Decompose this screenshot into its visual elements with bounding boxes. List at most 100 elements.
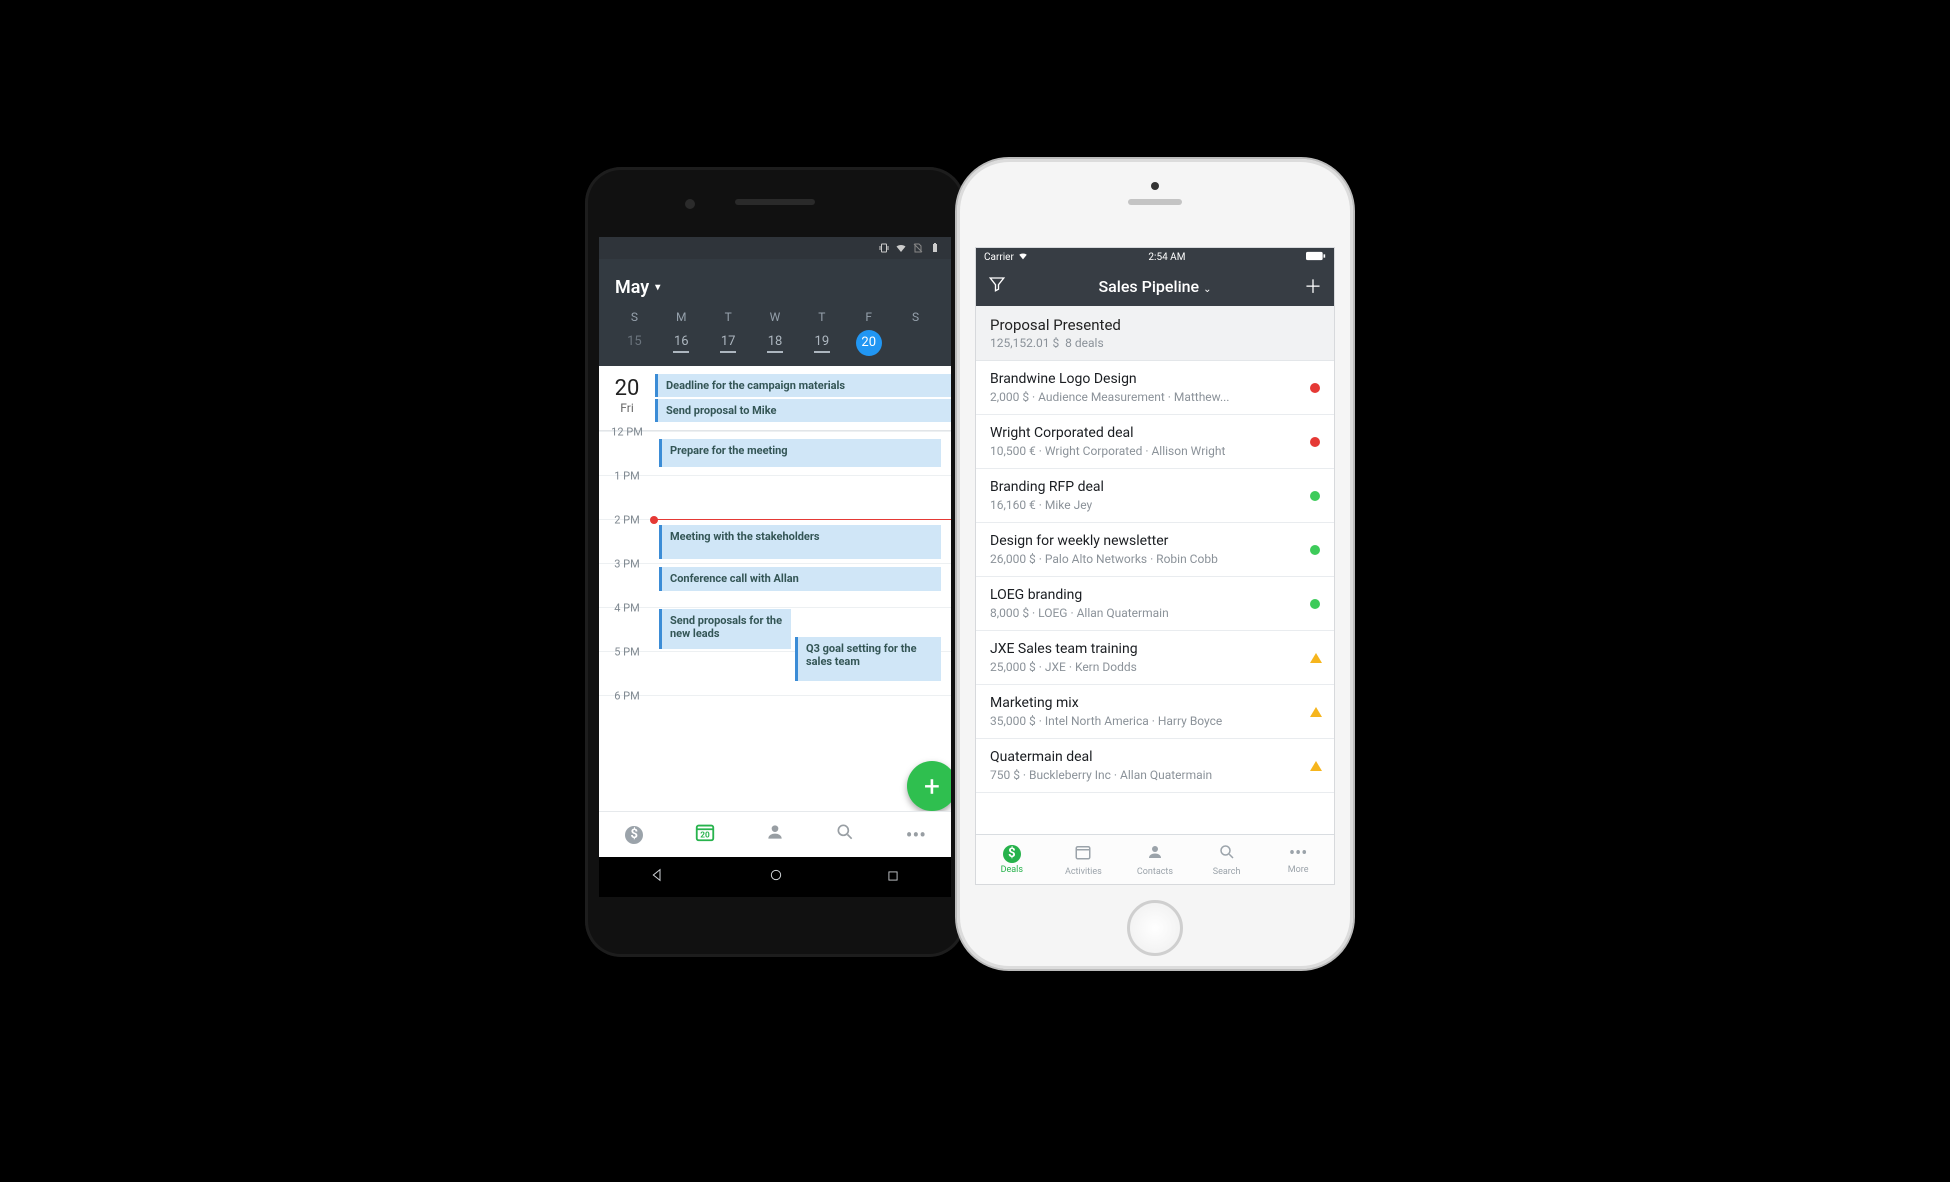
week-strip: S15 M16 T17 W18 T19 F20 S <box>611 310 939 356</box>
tab-activities[interactable]: Activities <box>1048 835 1120 884</box>
tab-contacts[interactable]: Contacts <box>1119 835 1191 884</box>
iphone-camera-dot <box>1151 182 1159 190</box>
deal-row[interactable]: Marketing mix 35,000 $ · Intel North Amer… <box>976 685 1334 739</box>
deal-subtitle: 25,000 $ · JXE · Kern Dodds <box>990 660 1320 674</box>
search-icon <box>1218 843 1236 865</box>
tab-search[interactable] <box>810 812 880 857</box>
deal-row[interactable]: Quatermain deal750 $ · Buckleberry Inc ·… <box>976 739 1334 793</box>
month-selector[interactable]: May ▾ <box>615 277 935 298</box>
deals-list[interactable]: Brandwine Logo Design2,000 $ · Audience … <box>976 361 1334 845</box>
tab-label: More <box>1288 865 1309 875</box>
hour-label: 2 PM <box>599 514 655 527</box>
nav-home-icon[interactable] <box>768 867 784 887</box>
deal-subtitle: 35,000 $ · Intel North America · Harry B… <box>990 714 1320 728</box>
deal-title: Wright Corporated deal <box>990 425 1320 441</box>
android-speaker-slot <box>735 199 815 205</box>
ios-status-bar: Carrier 2:54 AM <box>976 248 1334 266</box>
nav-back-icon[interactable] <box>650 867 666 887</box>
chevron-down-icon: ▾ <box>655 282 660 293</box>
deal-title: Quatermain deal <box>990 749 1320 765</box>
calendar-icon <box>1074 843 1092 865</box>
pipeline-title-selector[interactable]: Sales Pipeline⌄ <box>1008 277 1302 296</box>
android-phone-frame: May ▾ S15 M16 T17 W18 T19 F20 S 20 Fri <box>585 167 965 957</box>
deal-subtitle: 8,000 $ · LOEG · Allan Quatermain <box>990 606 1320 620</box>
status-warning-icon <box>1310 707 1322 717</box>
calendar-event[interactable]: Q3 goal setting for the sales team <box>795 637 941 681</box>
tab-activities[interactable]: 20 <box>669 812 739 857</box>
tab-search[interactable]: Search <box>1191 835 1263 884</box>
android-screen: May ▾ S15 M16 T17 W18 T19 F20 S 20 Fri <box>599 237 951 897</box>
status-warning-icon <box>1310 653 1322 663</box>
iphone-home-button[interactable] <box>1127 900 1183 956</box>
nav-recent-icon[interactable] <box>886 868 900 887</box>
current-time-dot <box>650 516 658 524</box>
week-day-thu[interactable]: T19 <box>798 310 845 356</box>
all-day-event[interactable]: Send proposal to Mike <box>655 399 951 422</box>
fab-add-button[interactable]: + <box>907 761 951 811</box>
tab-label: Contacts <box>1137 867 1173 877</box>
all-day-event[interactable]: Deadline for the campaign materials <box>655 374 951 397</box>
no-sim-icon <box>912 242 924 254</box>
status-dot-icon <box>1310 437 1320 447</box>
deal-subtitle: 26,000 $ · Palo Alto Networks · Robin Co… <box>990 552 1320 566</box>
calendar-event[interactable]: Conference call with Allan <box>659 567 941 591</box>
deal-row[interactable]: Design for weekly newsletter26,000 $ · P… <box>976 523 1334 577</box>
status-dot-icon <box>1310 491 1320 501</box>
tab-label: Activities <box>1065 867 1102 877</box>
deal-row[interactable]: LOEG branding8,000 $ · LOEG · Allan Quat… <box>976 577 1334 631</box>
hour-label: 4 PM <box>599 602 655 615</box>
wifi-icon <box>1018 251 1028 264</box>
tab-deals[interactable]: $ Deals <box>976 835 1048 884</box>
hour-label: 1 PM <box>599 470 655 483</box>
stage-summary: 125,152.01 $ 8 deals <box>990 336 1320 350</box>
calendar-event[interactable]: Meeting with the stakeholders <box>659 525 941 559</box>
deal-row[interactable]: Wright Corporated deal 10,500 € · Wright … <box>976 415 1334 469</box>
tab-more[interactable]: ••• <box>881 812 951 857</box>
deal-subtitle: 10,500 € · Wright Corporated · Allison W… <box>990 444 1320 458</box>
android-bottom-tabs: $ 20 ••• <box>599 811 951 857</box>
deal-row[interactable]: Brandwine Logo Design2,000 $ · Audience … <box>976 361 1334 415</box>
filter-button[interactable] <box>986 275 1008 298</box>
svg-text:20: 20 <box>700 831 710 841</box>
hour-label: 3 PM <box>599 558 655 571</box>
android-camera-dot <box>685 199 695 209</box>
pipeline-title: Sales Pipeline <box>1098 277 1199 296</box>
week-day-sun[interactable]: S15 <box>611 310 658 356</box>
deal-row[interactable]: JXE Sales team training 25,000 $ · JXE · … <box>976 631 1334 685</box>
week-day-tue[interactable]: T17 <box>705 310 752 356</box>
calendar-event[interactable]: Send proposals for the new leads <box>659 609 791 649</box>
all-day-events: Deadline for the campaign materials Send… <box>655 366 951 430</box>
week-day-wed[interactable]: W18 <box>752 310 799 356</box>
deal-title: Marketing mix <box>990 695 1320 711</box>
tab-deals[interactable]: $ <box>599 812 669 857</box>
deal-row[interactable]: Branding RFP deal16,160 € · Mike Jey <box>976 469 1334 523</box>
month-label: May <box>615 277 649 298</box>
calendar-event[interactable]: Prepare for the meeting <box>659 439 941 467</box>
tab-contacts[interactable] <box>740 812 810 857</box>
status-dot-icon <box>1310 545 1320 555</box>
status-warning-icon <box>1310 761 1322 771</box>
hour-grid[interactable]: 12 PM 1 PM 2 PM 3 PM 4 PM 5 PM 6 PM Prep… <box>599 431 951 751</box>
selected-date: 20 Fri <box>599 366 655 430</box>
week-day-fri[interactable]: F20 <box>845 310 892 356</box>
plus-icon: + <box>924 770 940 803</box>
deal-subtitle: 2,000 $ · Audience Measurement · Matthew… <box>990 390 1320 404</box>
android-nav-bar <box>599 857 951 897</box>
person-icon <box>1146 843 1164 865</box>
status-dot-icon <box>1310 599 1320 609</box>
deal-title: JXE Sales team training <box>990 641 1320 657</box>
battery-icon <box>929 242 941 254</box>
week-day-sat[interactable]: S <box>892 310 939 356</box>
iphone-screen: Carrier 2:54 AM Sales Pipeline⌄ ＋ Propos… <box>975 247 1335 885</box>
calendar-header: May ▾ S15 M16 T17 W18 T19 F20 S <box>599 259 951 366</box>
tab-more[interactable]: ••• More <box>1262 835 1334 884</box>
battery-icon <box>1306 251 1326 264</box>
ios-bottom-tabs: $ Deals Activities Contacts Search ••• <box>976 834 1334 884</box>
week-day-mon[interactable]: M16 <box>658 310 705 356</box>
iphone-speaker-slot <box>1128 199 1182 205</box>
dollar-icon: $ <box>625 826 643 844</box>
add-deal-button[interactable]: ＋ <box>1302 273 1324 299</box>
dollar-icon: $ <box>1003 845 1021 863</box>
more-icon: ••• <box>1289 845 1307 863</box>
hour-label: 5 PM <box>599 646 655 659</box>
